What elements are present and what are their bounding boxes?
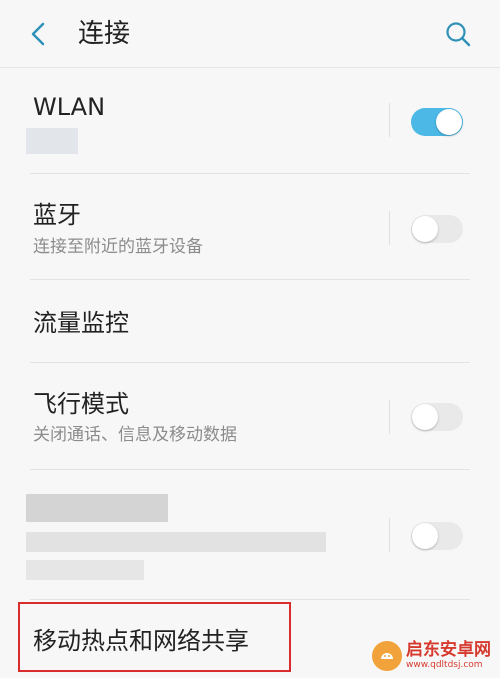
divider bbox=[389, 103, 390, 137]
app-header: 连接 bbox=[0, 0, 500, 68]
blurred-subtitle-line-2 bbox=[26, 560, 144, 580]
watermark: 启东安卓网 www.qdltdsj.com bbox=[372, 636, 498, 676]
search-icon bbox=[446, 22, 471, 47]
toggle-knob bbox=[436, 109, 462, 135]
highlight-box bbox=[18, 602, 291, 672]
blurred-setting-toggle[interactable] bbox=[411, 522, 463, 550]
data-monitor-title: 流量监控 bbox=[33, 309, 129, 337]
chevron-left-icon bbox=[31, 22, 45, 46]
android-head-icon bbox=[381, 653, 393, 659]
bluetooth-row[interactable]: 蓝牙 连接至附近的蓝牙设备 bbox=[0, 174, 500, 280]
back-button[interactable] bbox=[18, 14, 58, 54]
data-monitor-row[interactable]: 流量监控 bbox=[0, 280, 500, 363]
bluetooth-toggle[interactable] bbox=[411, 215, 463, 243]
toggle-knob bbox=[412, 216, 438, 242]
toggle-knob bbox=[412, 523, 438, 549]
airplane-mode-row[interactable]: 飞行模式 关闭通话、信息及移动数据 bbox=[0, 363, 500, 470]
divider bbox=[389, 211, 390, 245]
wlan-network-name-blurred bbox=[26, 128, 78, 154]
bluetooth-subtitle: 连接至附近的蓝牙设备 bbox=[33, 237, 203, 257]
airplane-mode-title: 飞行模式 bbox=[33, 390, 129, 418]
toggle-knob bbox=[412, 404, 438, 430]
blurred-setting-row[interactable] bbox=[0, 470, 500, 600]
airplane-mode-toggle[interactable] bbox=[411, 403, 463, 431]
airplane-mode-subtitle: 关闭通话、信息及移动数据 bbox=[33, 425, 237, 445]
wlan-row[interactable]: WLAN bbox=[0, 68, 500, 174]
search-button[interactable] bbox=[438, 14, 478, 54]
wlan-title: WLAN bbox=[33, 93, 106, 121]
divider bbox=[389, 400, 390, 434]
bluetooth-title: 蓝牙 bbox=[33, 201, 81, 229]
blurred-title bbox=[26, 494, 168, 522]
wlan-toggle[interactable] bbox=[411, 108, 463, 136]
watermark-title: 启东安卓网 bbox=[406, 640, 491, 660]
blurred-subtitle-line-1 bbox=[26, 532, 326, 552]
page-title: 连接 bbox=[78, 19, 131, 49]
watermark-url: www.qdltdsj.com bbox=[406, 660, 483, 670]
watermark-text: 启东安卓网 www.qdltdsj.com bbox=[406, 642, 491, 670]
watermark-logo-icon bbox=[372, 641, 402, 671]
divider bbox=[389, 518, 390, 552]
